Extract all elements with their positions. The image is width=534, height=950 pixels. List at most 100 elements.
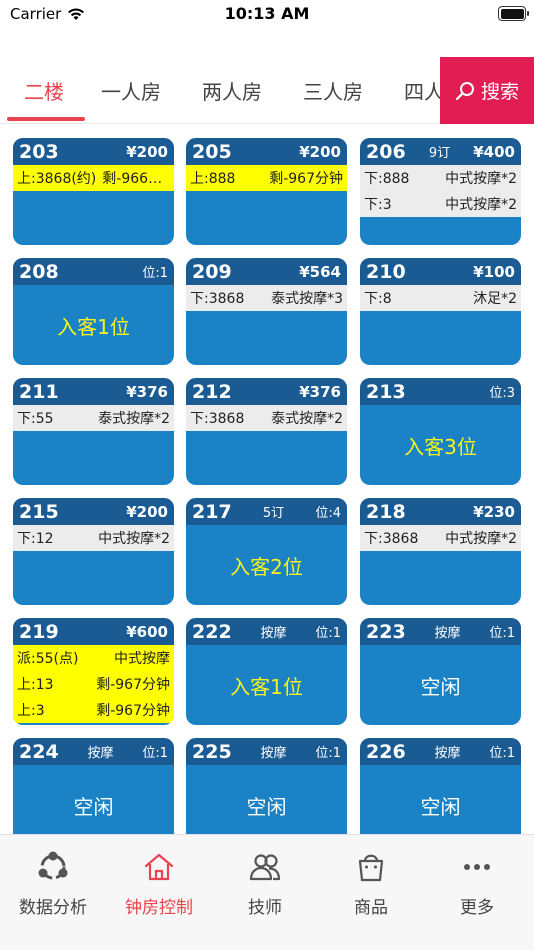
room-type-tag: 按摩 [260, 746, 287, 761]
room-card-header: 208 位:1 [13, 258, 174, 285]
nav-room-control[interactable]: 钟房控制 [106, 849, 212, 918]
room-number: 225 [192, 740, 232, 763]
room-card[interactable]: 212 ¥376 下:3868 泰式按摩*2 [186, 378, 347, 485]
room-card[interactable]: 203 ¥200 上:3868(约) 剩-966分钟 [13, 138, 174, 245]
room-status: 空闲 [246, 794, 287, 819]
service-row-right: 泰式按摩*2 [98, 411, 170, 427]
service-row-left: 下:12 [17, 531, 54, 547]
booking-tag: 5订 [262, 506, 285, 521]
booking-tag: 9订 [428, 146, 451, 161]
service-row-right: 泰式按摩*2 [271, 411, 343, 427]
nav-products[interactable]: 商品 [318, 849, 424, 918]
room-price: ¥230 [473, 502, 515, 521]
tab-double-room[interactable]: 两人房 [202, 76, 262, 105]
tab-triple-room[interactable]: 三人房 [303, 76, 363, 105]
nav-label: 数据分析 [19, 898, 87, 918]
room-card-header: 225 按摩 位:1 [186, 738, 347, 765]
room-number: 224 [19, 740, 59, 763]
room-price: ¥564 [299, 262, 341, 281]
room-number: 210 [366, 260, 406, 283]
technicians-icon [249, 854, 281, 881]
service-row: 下:3 中式按摩*2 [360, 191, 521, 217]
room-number: 222 [192, 620, 232, 643]
service-row-right: 泰式按摩*3 [271, 291, 343, 307]
room-price: ¥200 [126, 502, 168, 521]
room-card-header: 215 ¥200 [13, 498, 174, 525]
room-card[interactable]: 206 9订 ¥400 下:888 中式按摩*2 下:3 中式按摩*2 [360, 138, 521, 245]
room-card[interactable]: 222 按摩 位:1 入客1位 [186, 618, 347, 725]
room-card[interactable]: 218 ¥230 下:3868 中式按摩*2 [360, 498, 521, 605]
room-seats: 位:3 [489, 386, 515, 401]
search-button[interactable]: 搜索 [440, 57, 534, 124]
room-seats: 位:4 [315, 506, 341, 521]
service-row-right: 中式按摩*2 [445, 171, 517, 187]
room-status: 入客1位 [230, 674, 303, 699]
tab-indicator [7, 117, 85, 121]
service-row: 下:12 中式按摩*2 [13, 525, 174, 551]
room-price: ¥376 [126, 382, 168, 401]
room-price: ¥200 [126, 142, 168, 161]
room-card[interactable]: 223 按摩 位:1 空闲 [360, 618, 521, 725]
nav-more[interactable]: 更多 [424, 849, 530, 918]
room-seats: 位:1 [315, 746, 341, 761]
room-status: 入客1位 [57, 314, 130, 339]
service-row: 下:55 泰式按摩*2 [13, 405, 174, 431]
room-number: 223 [366, 620, 406, 643]
service-row: 下:3868 中式按摩*2 [360, 525, 521, 551]
service-row-left: 派:55(点) [17, 651, 79, 667]
tab-single-room[interactable]: 一人房 [101, 76, 161, 105]
room-number: 226 [366, 740, 406, 763]
service-row: 上:3 剩-967分钟 [13, 697, 174, 723]
room-card-header: 223 按摩 位:1 [360, 618, 521, 645]
room-price: ¥100 [473, 262, 515, 281]
service-row-right: 剩-966分钟 [102, 171, 170, 187]
service-row: 上:888 剩-967分钟 [186, 165, 347, 191]
bottom-nav: 数据分析 钟房控制 技师 商品 更多 [0, 834, 534, 950]
room-number: 211 [19, 380, 59, 403]
room-price: ¥600 [126, 622, 168, 641]
room-number: 217 [192, 500, 232, 523]
room-status: 空闲 [73, 794, 114, 819]
room-card[interactable]: 224 按摩 位:1 空闲 [13, 738, 174, 834]
room-number: 215 [19, 500, 59, 523]
room-card[interactable]: 209 ¥564 下:3868 泰式按摩*3 [186, 258, 347, 365]
service-row: 下:3868 泰式按摩*3 [186, 285, 347, 311]
room-seats: 位:1 [489, 746, 515, 761]
room-type-tag: 按摩 [260, 626, 287, 641]
home-icon [144, 853, 174, 881]
service-row-left: 下:3868 [364, 531, 419, 547]
room-card[interactable]: 226 按摩 位:1 空闲 [360, 738, 521, 834]
service-row-left: 下:3 [364, 197, 392, 213]
room-number: 208 [19, 260, 59, 283]
room-number: 213 [366, 380, 406, 403]
room-number: 203 [19, 140, 59, 163]
room-status: 入客3位 [404, 434, 477, 459]
nav-data-analysis[interactable]: 数据分析 [0, 849, 106, 918]
room-type-tag: 按摩 [87, 746, 114, 761]
service-row-left: 下:888 [364, 171, 410, 187]
service-row: 下:888 中式按摩*2 [360, 165, 521, 191]
service-row: 上:13 剩-967分钟 [13, 671, 174, 697]
service-row-right: 中式按摩 [114, 651, 170, 667]
room-card[interactable]: 213 位:3 入客3位 [360, 378, 521, 485]
room-card[interactable]: 217 5订 位:4 入客2位 [186, 498, 347, 605]
room-card[interactable]: 208 位:1 入客1位 [13, 258, 174, 365]
room-card[interactable]: 205 ¥200 上:888 剩-967分钟 [186, 138, 347, 245]
service-row-right: 中式按摩*2 [445, 531, 517, 547]
room-card-header: 222 按摩 位:1 [186, 618, 347, 645]
service-row-left: 下:3868 [190, 291, 245, 307]
room-card-header: 224 按摩 位:1 [13, 738, 174, 765]
room-card[interactable]: 219 ¥600 派:55(点) 中式按摩 上:13 剩-967分钟 上:3 剩… [13, 618, 174, 725]
nav-technicians[interactable]: 技师 [212, 849, 318, 918]
room-card-header: 218 ¥230 [360, 498, 521, 525]
room-card-header: 203 ¥200 [13, 138, 174, 165]
room-seats: 位:1 [315, 626, 341, 641]
tab-floor-2[interactable]: 二楼 [24, 76, 64, 105]
room-card[interactable]: 215 ¥200 下:12 中式按摩*2 [13, 498, 174, 605]
room-card-header: 210 ¥100 [360, 258, 521, 285]
room-seats: 位:1 [489, 626, 515, 641]
room-card[interactable]: 211 ¥376 下:55 泰式按摩*2 [13, 378, 174, 485]
shopping-bag-icon [358, 854, 384, 882]
room-card[interactable]: 210 ¥100 下:8 沐足*2 [360, 258, 521, 365]
room-card[interactable]: 225 按摩 位:1 空闲 [186, 738, 347, 834]
